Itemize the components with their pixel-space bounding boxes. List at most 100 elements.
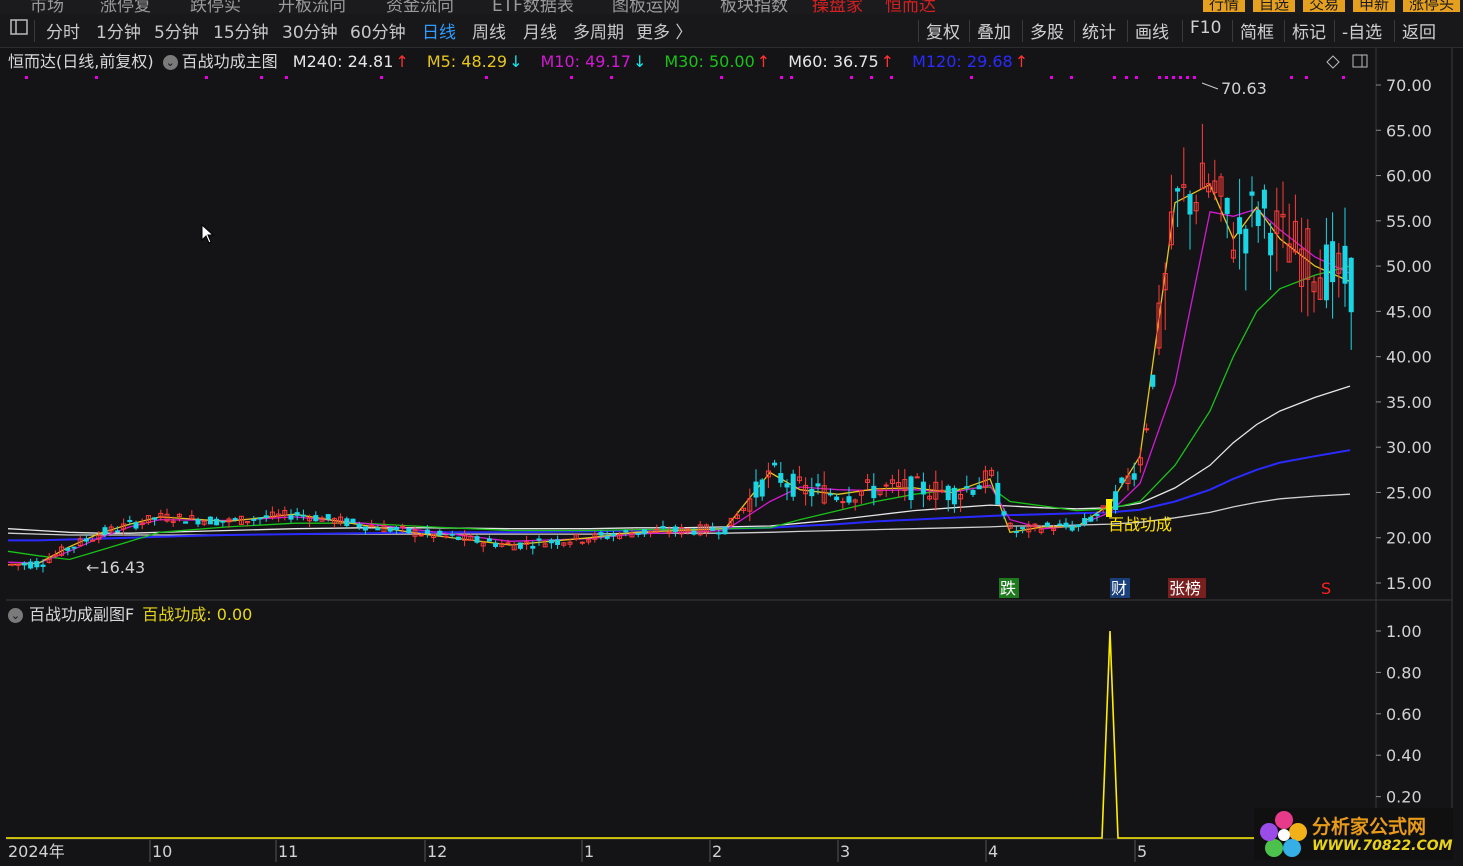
candlestick xyxy=(486,538,492,542)
candlestick xyxy=(294,512,300,516)
candlestick xyxy=(288,514,294,520)
signal-dot xyxy=(95,76,98,79)
signal-dot xyxy=(1342,76,1345,79)
candlestick xyxy=(369,525,375,528)
signal-dot xyxy=(260,76,263,79)
candlestick xyxy=(976,485,982,490)
trend-arrow-icon: ↑ xyxy=(880,52,895,71)
candlestick xyxy=(536,538,542,541)
candlestick xyxy=(1094,514,1100,517)
candlestick xyxy=(834,496,840,501)
x-tick-label: 12 xyxy=(427,842,447,861)
ma-legend-value: M240: 24.81 ↑ xyxy=(292,52,409,71)
sub-y-tick-label: 0.60 xyxy=(1386,705,1422,724)
trend-arrow-icon: ↑ xyxy=(395,52,409,71)
candlestick xyxy=(827,493,833,496)
signal-dot xyxy=(1193,76,1196,79)
y-tick-label: 50.00 xyxy=(1386,257,1432,276)
window-icon[interactable] xyxy=(1352,54,1368,68)
candlestick xyxy=(40,564,46,567)
signal-dot xyxy=(1125,76,1128,79)
candlestick xyxy=(102,527,108,535)
candlestick xyxy=(753,481,759,498)
signal-dot xyxy=(780,76,783,79)
signal-dot xyxy=(1135,76,1138,79)
candlestick xyxy=(716,532,722,535)
signal-dot xyxy=(570,76,573,79)
candlestick xyxy=(474,536,480,543)
candlestick xyxy=(356,523,362,528)
candlestick xyxy=(114,530,120,533)
sub-y-tick-label: 0.80 xyxy=(1386,663,1422,682)
main-indicator-name[interactable]: 百战功成主图 xyxy=(182,52,278,71)
candlestick xyxy=(1150,374,1156,387)
ma-legend-value: M5: 48.29 ↓ xyxy=(426,52,523,71)
mouse-cursor-icon xyxy=(201,223,215,244)
candlestick xyxy=(21,562,27,566)
candlestick xyxy=(995,482,1001,505)
candlestick xyxy=(1342,245,1348,284)
x-tick-label: 4 xyxy=(988,842,998,861)
candlestick xyxy=(548,539,554,544)
candlestick xyxy=(406,528,412,533)
candlestick xyxy=(400,525,406,528)
candlestick xyxy=(362,526,368,531)
candlestick xyxy=(846,496,852,503)
x-tick-label: 3 xyxy=(840,842,850,861)
event-marker[interactable]: 跌 xyxy=(1000,579,1016,598)
signal-dot xyxy=(1070,76,1073,79)
signal-dot xyxy=(285,76,288,79)
candlestick xyxy=(951,487,957,505)
candlestick xyxy=(623,530,629,533)
candlestick xyxy=(350,518,356,524)
watermark-url: WWW.70822.COM xyxy=(1312,838,1453,854)
signal-dot xyxy=(870,76,873,79)
candlestick xyxy=(1243,228,1249,254)
sub-y-tick-label: 0.20 xyxy=(1386,788,1422,807)
trend-arrow-icon: ↑ xyxy=(1014,52,1029,71)
signal-dot xyxy=(380,76,383,79)
candlestick xyxy=(437,530,443,536)
signal-dot xyxy=(720,76,723,79)
candlestick xyxy=(1255,210,1261,226)
candlestick xyxy=(133,522,139,529)
diamond-icon[interactable] xyxy=(1326,55,1340,69)
y-tick-label: 55.00 xyxy=(1386,212,1432,231)
candlestick xyxy=(778,473,784,483)
y-tick-label: 15.00 xyxy=(1386,574,1432,593)
candlestick xyxy=(28,561,34,569)
candlestick xyxy=(1268,232,1274,256)
candlestick xyxy=(325,514,331,520)
indicator-dropdown-icon[interactable]: ⌄ xyxy=(162,55,178,70)
trend-arrow-icon: ↓ xyxy=(632,52,647,71)
candlestick xyxy=(604,535,610,539)
ma-legend-value: M120: 29.68 ↑ xyxy=(912,52,1029,71)
signal-dot xyxy=(1290,76,1293,79)
candlestick xyxy=(691,530,697,535)
sub-indicator-dropdown-icon[interactable]: ⌄ xyxy=(8,608,23,623)
candlestick xyxy=(964,486,970,489)
flower-logo-icon xyxy=(1260,811,1307,857)
signal-dot xyxy=(890,76,893,79)
candlestick xyxy=(207,516,213,525)
y-tick-label: 30.00 xyxy=(1386,438,1432,457)
sub-indicator-value: 百战功成: 0.00 xyxy=(142,605,253,624)
candlestick xyxy=(1224,197,1230,214)
candlestick xyxy=(1113,491,1119,510)
candlestick xyxy=(672,526,678,533)
x-tick-label: 5 xyxy=(1137,842,1147,861)
candlestick xyxy=(232,518,238,521)
event-marker[interactable]: 财 xyxy=(1111,579,1127,598)
event-marker[interactable]: 张榜 xyxy=(1169,579,1201,598)
kline-chart[interactable]: 70.00 65.00 60.00 55.00 50.00 45.00 40.00 35.00… xyxy=(0,0,1463,866)
candlestick xyxy=(1119,477,1125,484)
candlestick xyxy=(1348,257,1354,313)
y-tick-label: 35.00 xyxy=(1386,393,1432,412)
event-marker[interactable]: S xyxy=(1321,579,1331,598)
sub-indicator-name[interactable]: 百战功成副图F xyxy=(29,605,134,624)
candlestick xyxy=(660,526,666,529)
candlestick xyxy=(610,533,616,537)
ma-legend-value: M10: 49.17 ↓ xyxy=(540,52,647,71)
candlestick xyxy=(127,519,133,522)
candlestick xyxy=(772,462,778,466)
